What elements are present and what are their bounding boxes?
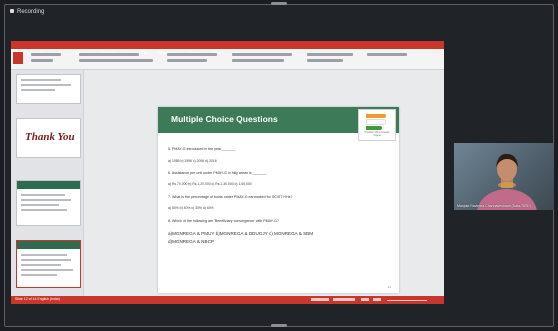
ribbon-control[interactable] — [79, 59, 153, 62]
zoom-slider[interactable] — [387, 300, 427, 301]
participant-avatar — [477, 153, 537, 210]
ribbon-control[interactable] — [232, 53, 292, 56]
slide-sorter-icon[interactable] — [373, 298, 381, 301]
slide-thumbnail-selected[interactable] — [16, 240, 81, 288]
answer-options: a)MGNREGA & PMUY b)MGNREGA & DDUGJY c) M… — [168, 231, 314, 236]
window-handle-bottom[interactable] — [271, 324, 287, 327]
slide-page-number: 12 — [387, 285, 391, 289]
status-bar: Slide 12 of 14 English (India) — [11, 296, 444, 304]
thumbnail-line — [21, 254, 67, 256]
shared-screen: File Home Insert Design Transitions Anim… — [11, 41, 444, 304]
ribbon-control[interactable] — [307, 59, 343, 62]
answer-options: a) 1985 b) 1996 c) 2006 d) 2016 — [168, 159, 217, 163]
comments-button[interactable] — [333, 298, 355, 301]
answer-options: a) Rs.70,000 b) Rs.1,20,000 c) Rs.1,30,0… — [168, 182, 252, 186]
slide-thumbnails: Thank You — [11, 70, 84, 296]
slide-thumbnail[interactable] — [16, 74, 81, 104]
pmay-logo: Pradhan Mantri Awaas Yojana — [358, 109, 396, 141]
thumbnail-line — [21, 89, 55, 91]
thumbnail-line — [21, 84, 71, 86]
thumbnail-line — [21, 264, 61, 266]
ribbon-tabs: File Home Insert Design Transitions Anim… — [11, 41, 444, 55]
question-text: 7. What is the percentage of funds under… — [168, 195, 293, 199]
ribbon-control[interactable] — [167, 59, 207, 62]
recording-icon — [10, 9, 14, 14]
flag-icon — [366, 114, 388, 130]
thank-you-text: Thank You — [25, 131, 75, 143]
meeting-title: Recording — [10, 9, 44, 15]
ribbon-control[interactable] — [31, 59, 53, 62]
ribbon-control[interactable] — [307, 53, 353, 56]
thumbnail-line — [21, 199, 71, 201]
notes-button[interactable] — [311, 298, 329, 301]
slide-title: Multiple Choice Questions — [171, 114, 278, 124]
thumbnail-line — [21, 209, 67, 211]
answer-options: a) 50% b) 40% c) 30% d) 60% — [168, 206, 214, 210]
ribbon-control[interactable] — [79, 53, 139, 56]
window-handle-top[interactable] — [271, 2, 287, 5]
thumbnail-bar — [17, 241, 80, 249]
current-slide[interactable]: Multiple Choice Questions Pradhan Mantri… — [158, 107, 399, 293]
thumbnail-bar — [17, 181, 80, 189]
slide-thumbnail[interactable]: Thank You — [16, 118, 81, 158]
ribbon-tools — [17, 52, 437, 66]
question-text: 8. Which of the following are 'Beneficia… — [168, 219, 279, 223]
thumbnail-line — [21, 194, 65, 196]
thumbnail-line — [21, 79, 61, 81]
powerpoint-ribbon: File Home Insert Design Transitions Anim… — [11, 41, 444, 70]
thumbnail-line — [21, 204, 59, 206]
thumbnail-line — [21, 269, 73, 271]
participant-video[interactable]: Manjula Ravindra Channakeshava (Data-SIR… — [454, 143, 554, 210]
question-text: 5. PMAY-G introduced in the year_______ — [168, 147, 236, 151]
slide-thumbnail[interactable] — [16, 180, 81, 226]
question-text: 6. Assistance per unit under PMAY-G in h… — [168, 171, 267, 175]
normal-view-icon[interactable] — [361, 298, 369, 301]
status-text: Slide 12 of 14 English (India) — [15, 297, 60, 301]
thumbnail-bar — [17, 119, 80, 123]
ribbon-control[interactable] — [367, 53, 407, 56]
thumbnail-line — [21, 274, 57, 276]
ribbon-control[interactable] — [167, 53, 217, 56]
answer-options: d)MGNREGA & NBCP — [168, 239, 214, 244]
ribbon-control[interactable] — [31, 53, 61, 56]
thumbnail-line — [21, 259, 71, 261]
meeting-title-text: Recording — [17, 9, 45, 15]
ribbon-control[interactable] — [232, 59, 284, 62]
participant-name: Manjula Ravindra Channakeshava (Data-SIR… — [457, 204, 531, 208]
logo-text: Pradhan Mantri Awaas Yojana — [364, 131, 390, 137]
